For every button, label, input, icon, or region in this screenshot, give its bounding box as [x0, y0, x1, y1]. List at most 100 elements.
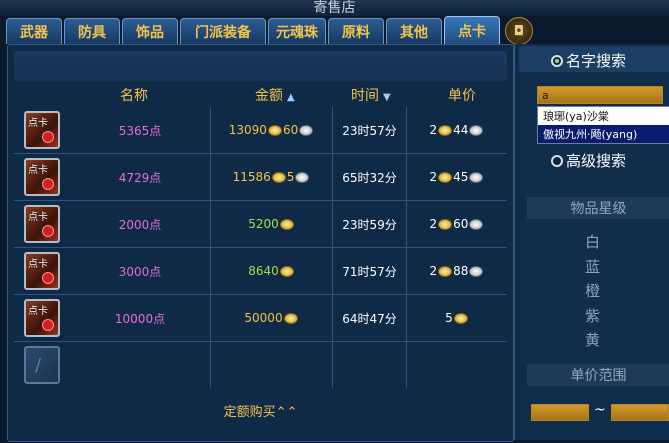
listing-row[interactable]: 点卡 10000点 50000 64时47分 5: [14, 294, 507, 341]
price-gold: 13090: [228, 123, 267, 137]
tab-weapon[interactable]: 武器: [6, 18, 62, 44]
gold-coin-icon: [271, 171, 286, 183]
silver-coin-icon: [469, 124, 484, 136]
item-unit-price: 2 60: [406, 201, 507, 247]
listing-row[interactable]: 点卡 4729点 11586 5 65时32分 2 45: [14, 153, 507, 200]
gold-coin-icon: [438, 265, 453, 277]
col-time-label: 时间: [351, 88, 379, 104]
price-max-input[interactable]: [611, 404, 669, 421]
gold-coin-icon: [279, 218, 294, 230]
point-card-icon: 点卡: [24, 158, 60, 196]
item-slot-empty: /: [14, 342, 70, 388]
grade-blue[interactable]: 蓝: [515, 255, 669, 280]
seal-icon: [42, 131, 54, 143]
grade-orange[interactable]: 橙: [515, 279, 669, 304]
unit-silver: 45: [453, 170, 469, 184]
suggestion-item-highlighted[interactable]: 傲视九州·飏(yang): [538, 125, 669, 143]
price-min-input[interactable]: [531, 404, 589, 421]
radio-selected-icon[interactable]: [551, 54, 563, 67]
silver-coin-icon: [299, 124, 314, 136]
col-time[interactable]: 时间 ▼: [351, 85, 391, 105]
listing-panel: 名称 金额 ▲ 时间 ▼ 单价 点卡 5365点 13090 60 23时57分 2 4…: [7, 44, 514, 442]
item-slot[interactable]: 点卡: [14, 201, 70, 247]
grade-yellow[interactable]: 黄: [515, 328, 669, 353]
listing-top-band: [14, 51, 507, 81]
gold-coin-icon: [453, 312, 468, 324]
item-name: 5365点: [118, 123, 162, 138]
silver-coin-icon: [469, 171, 484, 183]
listing-row-empty: /: [14, 341, 507, 388]
empty-cell: [210, 342, 332, 388]
price-gold: 11586: [232, 170, 271, 184]
suggestion-list: 琅琊(ya)沙棠 傲视九州·飏(yang): [537, 106, 669, 144]
item-icon-label: 点卡: [28, 118, 48, 129]
gold-coin-icon: [438, 171, 453, 183]
item-time: 64时47分: [332, 295, 406, 341]
price-silver: 60: [282, 123, 299, 137]
col-price[interactable]: 金额 ▲: [255, 85, 295, 105]
empty-cell: [406, 342, 507, 388]
unit-silver: 44: [453, 123, 469, 137]
silver-coin-icon: [469, 265, 484, 277]
gold-coin-icon: [438, 218, 453, 230]
bag-icon[interactable]: ◘: [505, 17, 533, 45]
item-slot[interactable]: 点卡: [14, 248, 70, 294]
gold-coin-icon: [279, 265, 294, 277]
listing-rows: 点卡 5365点 13090 60 23时57分 2 44 点卡 4729点 115…: [14, 107, 507, 388]
gold-coin-icon: [438, 124, 453, 136]
empty-cell: [332, 342, 406, 388]
double-chevron-up-icon: ⌃⌃: [275, 405, 298, 420]
tab-armor[interactable]: 防具: [64, 18, 120, 44]
name-search-input[interactable]: [537, 86, 663, 104]
item-icon-label: 点卡: [28, 165, 48, 176]
grade-list: 白 蓝 橙 紫 黄: [515, 230, 669, 353]
listing-row[interactable]: 点卡 2000点 5200 23时59分 2 60: [14, 200, 507, 247]
grade-purple[interactable]: 紫: [515, 304, 669, 329]
listing-row[interactable]: 点卡 5365点 13090 60 23时57分 2 44: [14, 107, 507, 153]
fixed-buy-label: 定额购买: [223, 405, 276, 420]
item-slot[interactable]: 点卡: [14, 154, 70, 200]
gold-coin-icon: [267, 124, 282, 136]
point-card-icon: 点卡: [24, 252, 60, 290]
tab-faction-gear[interactable]: 门派装备: [180, 18, 266, 44]
col-unit[interactable]: 单价: [448, 85, 476, 105]
listing-row[interactable]: 点卡 3000点 8640 71时57分 2 88: [14, 247, 507, 294]
grade-section-title: 物品星级: [527, 197, 669, 219]
unit-silver: 88: [453, 264, 469, 278]
item-unit-price: 2 45: [406, 154, 507, 200]
item-price: 5200: [210, 201, 332, 247]
radio-unselected-icon[interactable]: [551, 154, 563, 167]
item-name: 2000点: [118, 217, 162, 232]
item-icon-label: 点卡: [28, 212, 48, 223]
tab-soul-orb[interactable]: 元魂珠: [268, 18, 326, 44]
tab-point-card[interactable]: 点卡: [444, 16, 500, 44]
sort-up-icon: ▲: [287, 92, 295, 103]
unit-gold: 2: [429, 123, 438, 137]
col-price-label: 金额: [255, 88, 283, 104]
name-search-option[interactable]: 名字搜索: [551, 50, 626, 71]
advanced-search-option[interactable]: 高级搜索: [551, 150, 626, 171]
item-name: 3000点: [118, 264, 162, 279]
item-unit-price: 2 88: [406, 248, 507, 294]
fixed-buy-button[interactable]: 定额购买⌃⌃: [8, 401, 513, 420]
item-time: 71时57分: [332, 248, 406, 294]
item-price: 8640: [210, 248, 332, 294]
price-gold: 50000: [244, 311, 283, 325]
tab-other[interactable]: 其他: [386, 18, 442, 44]
tab-materials[interactable]: 原料: [328, 18, 384, 44]
item-icon-label: 点卡: [28, 259, 48, 270]
tab-accessory[interactable]: 饰品: [122, 18, 178, 44]
title-bar: 寄售店: [0, 0, 669, 16]
search-panel: 名字搜索 琅琊(ya)沙棠 傲视九州·飏(yang) 高级搜索 物品星级 白 蓝…: [514, 44, 669, 440]
empty-slot-icon: /: [24, 346, 60, 384]
unit-gold: 2: [429, 217, 438, 231]
col-name[interactable]: 名称: [120, 85, 148, 105]
item-slot[interactable]: 点卡: [14, 107, 70, 153]
suggestion-item[interactable]: 琅琊(ya)沙棠: [538, 107, 669, 125]
price-gold: 8640: [248, 264, 279, 278]
item-slot[interactable]: 点卡: [14, 295, 70, 341]
item-name: 4729点: [118, 170, 162, 185]
grade-white[interactable]: 白: [515, 230, 669, 255]
silver-coin-icon: [469, 218, 484, 230]
empty-cell: [70, 342, 210, 388]
